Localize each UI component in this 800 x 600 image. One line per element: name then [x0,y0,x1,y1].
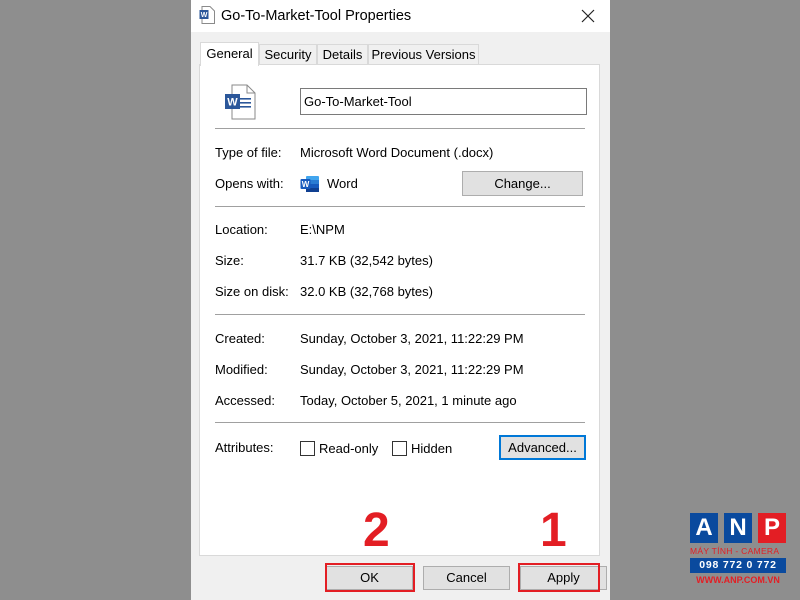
step-2-annotation: 2 [363,504,390,557]
advanced-button[interactable]: Advanced... [499,435,586,460]
file-name-input[interactable] [300,88,587,115]
title-bar[interactable]: W Go-To-Market-Tool Properties [191,0,610,32]
read-only-checkbox[interactable] [300,441,315,456]
accessed-label: Accessed: [215,393,275,408]
logo-url: WWW.ANP.COM.VN [696,575,780,585]
size-label: Size: [215,253,244,268]
cancel-button[interactable]: Cancel [423,566,510,590]
accessed-value: Today, October 5, 2021, 1 minute ago [300,393,517,408]
tab-security[interactable]: Security [259,44,317,65]
tab-general[interactable]: General [200,42,259,66]
modified-value: Sunday, October 3, 2021, 11:22:29 PM [300,362,524,377]
logo-letter-a: A [690,513,718,543]
word-app-icon: W [300,176,319,192]
svg-text:W: W [302,180,310,189]
anp-watermark-logo: A N P MÁY TÍNH - CAMERA 098 772 0 772 WW… [688,513,788,593]
tab-details[interactable]: Details [317,44,368,65]
close-icon [581,9,595,23]
logo-letter-n: N [724,513,752,543]
created-label: Created: [215,331,265,346]
logo-phone: 098 772 0 772 [690,558,786,573]
separator [215,422,585,423]
size-on-disk-value: 32.0 KB (32,768 bytes) [300,284,433,299]
word-document-icon: W [199,6,215,24]
svg-text:W: W [201,12,208,19]
location-label: Location: [215,222,268,237]
apply-highlight [518,563,600,592]
opens-with-label: Opens with: [215,176,284,191]
logo-letter-p: P [758,513,786,543]
attributes-label: Attributes: [215,440,274,455]
hidden-checkbox[interactable] [392,441,407,456]
separator [215,128,585,129]
word-file-icon: W [225,84,256,120]
close-button[interactable] [566,0,610,32]
tab-previous-versions[interactable]: Previous Versions [368,44,479,65]
type-of-file-label: Type of file: [215,145,282,160]
svg-text:W: W [227,97,238,109]
hidden-label[interactable]: Hidden [411,441,452,456]
size-on-disk-label: Size on disk: [215,284,289,299]
modified-label: Modified: [215,362,268,377]
size-value: 31.7 KB (32,542 bytes) [300,253,433,268]
logo-tagline: MÁY TÍNH - CAMERA [690,546,780,556]
general-tab-panel: W Type of file: Microsoft Word Document … [199,64,600,556]
opens-with-value: Word [327,176,358,191]
window-title: Go-To-Market-Tool Properties [221,8,412,24]
ok-highlight [325,563,415,592]
change-button[interactable]: Change... [462,171,583,196]
created-value: Sunday, October 3, 2021, 11:22:29 PM [300,331,524,346]
location-value: E:\NPM [300,222,345,237]
separator [215,206,585,207]
read-only-label[interactable]: Read-only [319,441,378,456]
step-1-annotation: 1 [540,504,567,557]
separator [215,314,585,315]
type-of-file-value: Microsoft Word Document (.docx) [300,145,494,160]
